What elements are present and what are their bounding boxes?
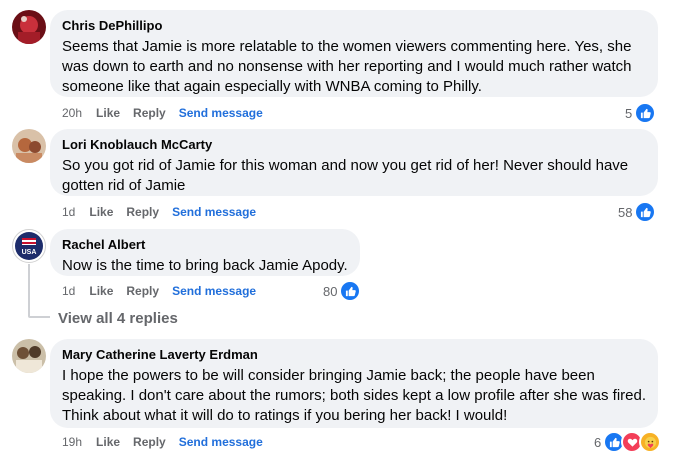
reply-button[interactable]: Reply xyxy=(126,205,159,219)
comment-actions: 1d Like Reply Send message xyxy=(62,283,269,299)
comment-author[interactable]: Mary Catherine Laverty Erdman xyxy=(62,347,646,363)
reaction-count: 5 xyxy=(625,105,633,121)
comment-author[interactable]: Lori Knoblauch McCarty xyxy=(62,137,646,153)
reaction-summary[interactable]: 6 xyxy=(594,431,662,453)
like-button[interactable]: Like xyxy=(89,284,113,298)
comment-actions: 19h Like Reply Send message xyxy=(62,434,276,450)
comment-actions: 1d Like Reply Send message xyxy=(62,204,269,220)
comment-bubble: Mary Catherine Laverty Erdman I hope the… xyxy=(50,339,658,428)
view-all-replies-link[interactable]: View all 4 replies xyxy=(58,310,178,328)
comment-text: Now is the time to bring back Jamie Apod… xyxy=(62,257,348,274)
reply-button[interactable]: Reply xyxy=(133,106,166,120)
thread-line xyxy=(28,264,30,316)
comment-text: Seems that Jamie is more relatable to th… xyxy=(62,38,632,95)
avatar[interactable] xyxy=(12,10,46,44)
like-button[interactable]: Like xyxy=(96,106,120,120)
send-message-button[interactable]: Send message xyxy=(172,205,256,219)
comment-bubble: Lori Knoblauch McCarty So you got rid of… xyxy=(50,129,658,196)
like-icon xyxy=(634,102,657,124)
comment-author[interactable]: Rachel Albert xyxy=(62,237,348,253)
thread-line xyxy=(28,316,50,318)
send-message-button[interactable]: Send message xyxy=(179,435,263,449)
reply-button[interactable]: Reply xyxy=(133,435,166,449)
reaction-summary[interactable]: 5 xyxy=(625,102,657,124)
comment-time[interactable]: 1d xyxy=(62,284,75,298)
like-icon xyxy=(339,280,362,302)
avatar[interactable]: USA xyxy=(12,229,46,263)
avatar[interactable] xyxy=(12,339,46,373)
comment-bubble: Rachel Albert Now is the time to bring b… xyxy=(50,229,360,276)
reply-button[interactable]: Reply xyxy=(126,284,159,298)
reaction-count: 80 xyxy=(323,283,338,299)
comment-author[interactable]: Chris DePhillipo xyxy=(62,18,646,34)
like-button[interactable]: Like xyxy=(89,205,113,219)
comment-text: So you got rid of Jamie for this woman a… xyxy=(62,157,629,194)
comment-actions: 20h Like Reply Send message xyxy=(62,105,276,121)
avatar[interactable] xyxy=(12,129,46,163)
comment-text: I hope the powers to be will consider br… xyxy=(62,367,647,424)
send-message-button[interactable]: Send message xyxy=(179,106,263,120)
like-icon xyxy=(634,201,657,223)
svg-text:USA: USA xyxy=(22,249,37,256)
care-icon xyxy=(639,431,662,453)
comment-time[interactable]: 1d xyxy=(62,205,75,219)
reaction-summary[interactable]: 58 xyxy=(618,201,657,223)
comment-bubble: Chris DePhillipo Seems that Jamie is mor… xyxy=(50,10,658,97)
comment-time[interactable]: 20h xyxy=(62,106,82,120)
reaction-count: 58 xyxy=(618,204,633,220)
reaction-count: 6 xyxy=(594,434,602,450)
send-message-button[interactable]: Send message xyxy=(172,284,256,298)
comment-time[interactable]: 19h xyxy=(62,435,82,449)
like-button[interactable]: Like xyxy=(96,435,120,449)
reaction-summary[interactable]: 80 xyxy=(323,280,362,302)
